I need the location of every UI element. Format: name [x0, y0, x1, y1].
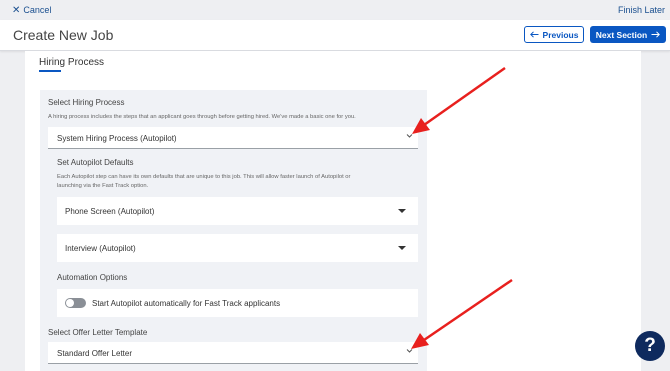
finish-later-link[interactable]: Finish Later: [618, 5, 665, 15]
offer-letter-label: Select Offer Letter Template: [48, 328, 148, 337]
toggle-knob: [66, 299, 74, 307]
caret-down-icon: [398, 209, 406, 213]
next-label: Next Section: [595, 29, 648, 40]
top-bar: ✕ Cancel Finish Later: [0, 0, 670, 20]
autopilot-defaults-help-line2: launching via the Fast Track option.: [57, 183, 149, 189]
fast-track-toggle[interactable]: [65, 298, 86, 308]
hiring-process-help: A hiring process includes the steps that…: [48, 114, 356, 120]
arrow-right-icon: [651, 30, 661, 40]
interview-value: Interview (Autopilot): [65, 244, 136, 253]
automation-options-label: Automation Options: [57, 273, 128, 282]
page-title: Create New Job: [13, 27, 114, 43]
autopilot-defaults-label: Set Autopilot Defaults: [57, 158, 134, 167]
hiring-process-label: Select Hiring Process: [48, 98, 125, 107]
arrow-left-icon: [529, 30, 539, 40]
previous-label: Previous: [542, 29, 579, 40]
phone-screen-value: Phone Screen (Autopilot): [65, 207, 155, 216]
cancel-link[interactable]: ✕ Cancel: [12, 5, 51, 15]
close-icon: ✕: [12, 4, 21, 16]
interview-select[interactable]: Interview (Autopilot): [57, 234, 418, 262]
section-title-underline: [39, 70, 61, 72]
caret-down-icon: [398, 246, 406, 250]
autopilot-defaults-help-line1: Each Autopilot step can have its own def…: [57, 174, 351, 180]
help-question-icon: ?: [644, 335, 656, 356]
hiring-process-value: System Hiring Process (Autopilot): [57, 134, 177, 143]
offer-letter-value: Standard Offer Letter: [57, 349, 133, 358]
chevron-down-icon: [406, 132, 413, 139]
page-header: Create New Job Previous Next Section: [0, 20, 670, 51]
automation-toggle-row: Start Autopilot automatically for Fast T…: [57, 289, 418, 317]
hiring-process-select[interactable]: System Hiring Process (Autopilot): [48, 127, 418, 149]
section-title: Hiring Process: [39, 57, 105, 68]
offer-letter-select[interactable]: Standard Offer Letter: [48, 342, 418, 364]
previous-button[interactable]: Previous: [524, 26, 584, 43]
cancel-label: Cancel: [23, 5, 52, 15]
chevron-down-icon: [406, 347, 413, 354]
help-button[interactable]: ?: [635, 331, 665, 361]
fast-track-toggle-label: Start Autopilot automatically for Fast T…: [92, 299, 281, 308]
phone-screen-select[interactable]: Phone Screen (Autopilot): [57, 197, 418, 225]
next-section-button[interactable]: Next Section: [590, 26, 666, 43]
